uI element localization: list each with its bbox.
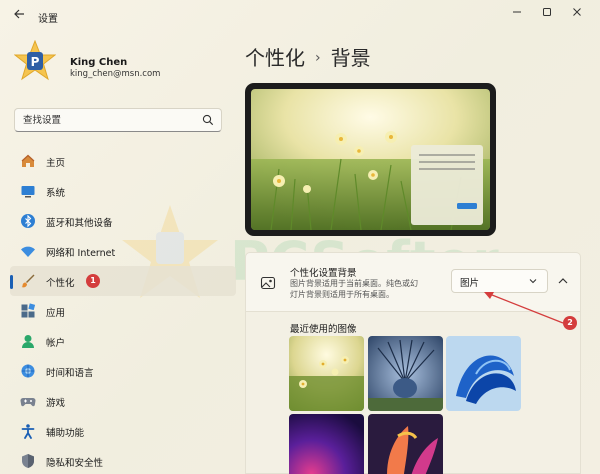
accessibility-icon: [21, 424, 35, 439]
sidebar-item-label: 应用: [46, 308, 66, 319]
annotation-badge: 2: [563, 316, 577, 330]
wallpaper-preview-image: [251, 89, 490, 230]
bluetooth-icon: [21, 214, 35, 228]
settings-window: 设置 PCSofter P King Chen king_chen@msn.co…: [0, 0, 600, 474]
sidebar-item-home[interactable]: 主页: [10, 146, 236, 176]
sidebar-item-label: 主页: [46, 158, 66, 169]
gamepad-icon: [20, 397, 36, 407]
sidebar-item-label: 系统: [46, 188, 66, 199]
sidebar-item-accessibility[interactable]: 辅助功能: [10, 416, 236, 446]
account-icon: [22, 335, 34, 348]
search-box[interactable]: [14, 108, 222, 132]
sidebar-item-label: 隐私和安全性: [46, 458, 104, 469]
page-title: 背景: [330, 46, 371, 70]
sidebar-item-bluetooth[interactable]: 蓝牙和其他设备: [10, 206, 236, 236]
card-description: 图片背景适用于当前桌面。纯色或幻灯片背景则适用于所有桌面。: [290, 279, 418, 299]
maximize-button[interactable]: [534, 4, 560, 22]
recent-image-purple-glow[interactable]: [289, 414, 364, 474]
sidebar-item-label: 辅助功能: [46, 428, 85, 439]
recent-image-blue-bloom[interactable]: [446, 336, 521, 411]
chevron-down-icon: [529, 279, 537, 284]
sidebar-item-apps[interactable]: 应用: [10, 296, 236, 326]
wifi-icon: [21, 246, 35, 257]
user-email: king_chen@msn.com: [70, 69, 161, 79]
recent-image-daffodils[interactable]: [289, 336, 364, 411]
sidebar-item-privacy[interactable]: 隐私和安全性: [10, 446, 236, 474]
home-icon: [21, 154, 35, 167]
system-icon: [21, 186, 35, 198]
breadcrumb-separator: ›: [315, 50, 321, 66]
globe-icon: [21, 364, 35, 378]
app-title: 设置: [38, 14, 58, 25]
background-type-dropdown[interactable]: 图片: [451, 269, 548, 293]
sidebar-item-time-language[interactable]: 时间和语言: [10, 356, 236, 386]
card-title: 个性化设置背景: [290, 268, 357, 279]
desktop-preview: [245, 83, 496, 236]
chevron-up-icon[interactable]: [555, 273, 571, 289]
svg-text:P: P: [31, 55, 40, 69]
avatar: P: [14, 40, 56, 81]
apps-icon: [21, 303, 36, 318]
sidebar-item-accounts[interactable]: 帐户: [10, 326, 236, 356]
recent-images-label: 最近使用的图像: [290, 324, 357, 335]
annotation-badge: 1: [86, 274, 100, 288]
maximize-icon: [543, 8, 551, 16]
close-button[interactable]: [564, 4, 590, 22]
sidebar-item-personalization[interactable]: 个性化 1: [10, 266, 236, 296]
shield-icon: [22, 454, 34, 468]
sidebar-item-label: 个性化: [46, 278, 75, 289]
sidebar-item-system[interactable]: 系统: [10, 176, 236, 206]
sidebar-item-label: 游戏: [46, 398, 66, 409]
recent-image-colorful-flower[interactable]: [368, 414, 443, 474]
recent-image-peacock[interactable]: [368, 336, 443, 411]
minimize-icon: [513, 11, 521, 13]
minimize-button[interactable]: [504, 4, 530, 22]
picture-icon: [260, 276, 276, 290]
sidebar-item-label: 蓝牙和其他设备: [46, 218, 113, 229]
breadcrumb-parent[interactable]: 个性化: [245, 46, 305, 70]
user-name: King Chen: [70, 57, 128, 68]
sidebar-item-gaming[interactable]: 游戏: [10, 386, 236, 416]
sidebar-item-label: 时间和语言: [46, 368, 94, 379]
active-indicator: [10, 275, 13, 289]
breadcrumb: 个性化 › 背景: [245, 42, 371, 71]
sidebar-item-label: 网络和 Internet: [46, 248, 116, 259]
background-setting-card: 个性化设置背景 图片背景适用于当前桌面。纯色或幻灯片背景则适用于所有桌面。 图片: [245, 252, 581, 312]
back-button[interactable]: [10, 8, 28, 26]
brush-icon: [21, 274, 35, 288]
arrow-left-icon: [14, 9, 24, 19]
close-icon: [573, 8, 581, 16]
dropdown-selected-value: 图片: [460, 278, 480, 289]
sidebar-item-label: 帐户: [46, 338, 66, 349]
sidebar-nav: 主页 系统 蓝牙和其他设备 网络和 Internet 个性化 1 应用 帐户 时…: [10, 146, 236, 474]
recent-images-panel: 最近使用的图像: [245, 312, 581, 474]
search-icon: [202, 114, 214, 126]
sidebar-item-network[interactable]: 网络和 Internet: [10, 236, 236, 266]
title-bar: 设置: [0, 0, 600, 34]
search-input[interactable]: [23, 112, 203, 128]
